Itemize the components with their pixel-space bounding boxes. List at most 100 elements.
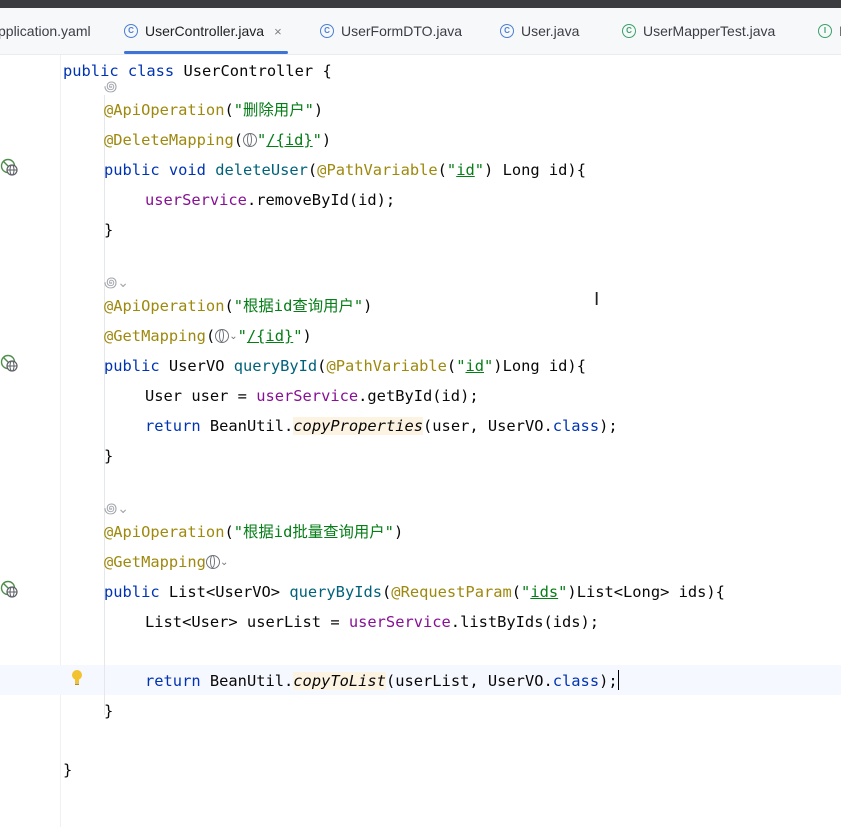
paren: ( [224, 101, 234, 119]
editor-tab-bar: pplication.yaml C UserController.java × … [0, 8, 841, 55]
code-line-annotation: @ApiOperation("根据id查询用户") [104, 291, 372, 321]
static-method: copyProperties [293, 417, 424, 435]
keyword: public [104, 161, 169, 179]
globe-icon[interactable] [205, 555, 220, 569]
code-text: .removeById(id); [246, 191, 396, 209]
string-literal: " [474, 161, 485, 179]
code-text: List<User> userList = [145, 613, 349, 631]
annotation: @GetMapping [104, 553, 206, 571]
string-literal: " [293, 327, 303, 345]
close-icon[interactable]: × [274, 24, 282, 39]
code-text: ) Long id){ [484, 161, 586, 179]
code-text: .getById(id); [358, 387, 479, 405]
keyword: return [145, 417, 210, 435]
code-text: ); [599, 417, 618, 435]
string-literal: " [257, 131, 267, 149]
code-text: (user, UserVO. [423, 417, 553, 435]
annotation: @ApiOperation [104, 523, 225, 541]
paren: ( [382, 583, 392, 601]
code-line-class-decl: public class UserController { [63, 56, 332, 86]
code-line-method: public void deleteUser(@PathVariable("id… [104, 155, 586, 185]
field: userService [256, 387, 359, 405]
web-endpoint-icon[interactable] [0, 354, 20, 374]
paren: ) [363, 297, 373, 315]
code-line-mapping: @GetMapping(⌄"/{id}") [104, 321, 312, 351]
tab-label: UserFormDTO.java [341, 23, 463, 39]
class-name: UserController { [183, 62, 332, 80]
java-interface-icon: I [818, 24, 832, 38]
annotation: @GetMapping [104, 327, 206, 345]
code-text: (userList, UserVO. [385, 672, 553, 690]
url-path[interactable]: /{id} [247, 327, 293, 345]
web-endpoint-icon[interactable] [0, 580, 20, 600]
paren: ( [233, 131, 244, 149]
string-literal: " [484, 357, 494, 375]
string-literal: id [456, 161, 475, 179]
keyword: void [168, 161, 216, 179]
java-test-class-icon: C [622, 24, 636, 38]
code-line-mapping: @DeleteMapping("/{id}") [104, 125, 331, 155]
ai-fold-icon[interactable]: ꩜⌄ [104, 271, 129, 292]
java-class-icon: C [124, 24, 138, 38]
web-endpoint-icon[interactable] [0, 158, 20, 178]
tab-interface[interactable]: I I [818, 8, 841, 54]
tab-application-yaml[interactable]: pplication.yaml [0, 8, 91, 54]
code-text: BeanUtil. [209, 417, 294, 435]
paren: ( [511, 583, 522, 601]
code-line-mapping: @GetMapping ⌄ [104, 547, 228, 577]
tab-label: UserMapperTest.java [643, 23, 776, 39]
globe-icon[interactable] [215, 329, 230, 343]
annotation: @PathVariable [326, 357, 447, 375]
annotation: @RequestParam [391, 583, 512, 601]
tab-label: UserController.java [145, 23, 265, 39]
code-line-brace: } [104, 447, 114, 465]
string-literal: "删除用户" [233, 101, 314, 119]
chevron-down-icon[interactable]: ⌄ [229, 331, 237, 342]
ai-fold-icon[interactable]: ꩜⌄ [104, 497, 129, 518]
field: userService [145, 191, 247, 209]
code-text: ); [599, 672, 618, 690]
string-literal: ids [530, 583, 559, 601]
annotation: @PathVariable [317, 161, 438, 179]
keyword: public [104, 583, 169, 601]
code-text: )List<Long> ids){ [567, 583, 725, 601]
string-literal: " [446, 161, 457, 179]
tab-label: pplication.yaml [0, 23, 91, 39]
code-text: )Long id){ [493, 357, 586, 375]
tab-user-mapper-test[interactable]: C UserMapperTest.java [622, 8, 775, 54]
annotation: @DeleteMapping [104, 131, 234, 149]
tab-user-form-dto[interactable]: C UserFormDTO.java [320, 8, 462, 54]
keyword: class [552, 417, 600, 435]
annotation: @ApiOperation [104, 297, 225, 315]
tab-user[interactable]: C User.java [500, 8, 579, 54]
tab-user-controller[interactable]: C UserController.java × [124, 8, 288, 54]
paren: ) [321, 131, 332, 149]
text-caret [617, 670, 620, 690]
code-line-brace: } [63, 761, 73, 779]
editor-gutter [0, 55, 82, 827]
string-literal: " [237, 327, 247, 345]
keyword: public class [63, 62, 184, 80]
code-line-brace: } [104, 702, 114, 720]
code-line-body: User user = userService.getById(id); [145, 381, 479, 411]
globe-icon[interactable] [243, 133, 258, 147]
code-line-method: public List<UserVO> queryByIds(@RequestP… [104, 577, 725, 607]
keyword: public [104, 357, 169, 375]
code-line-annotation: @ApiOperation("根据id批量查询用户") [104, 517, 403, 547]
paren: ) [302, 327, 312, 345]
code-editor[interactable]: ꩜ ꩜⌄ ꩜⌄ public class UserController { @A… [0, 55, 841, 827]
paren: ( [437, 161, 447, 179]
url-path[interactable]: /{id} [266, 131, 312, 149]
code-line-body: userService.removeById(id); [145, 185, 395, 215]
code-line-body: List<User> userList = userService.listBy… [145, 607, 599, 637]
method-name: deleteUser [215, 161, 308, 179]
paren: ( [205, 327, 216, 345]
paren: ) [313, 101, 324, 119]
type-name: List<UserVO> [168, 583, 290, 601]
annotation: @ApiOperation [104, 101, 225, 119]
lightbulb-icon[interactable] [68, 668, 88, 688]
type-name: UserVO [168, 357, 234, 375]
chevron-down-icon[interactable]: ⌄ [220, 557, 228, 568]
string-literal: " [521, 583, 531, 601]
code-text: .listByIds(ids); [450, 613, 600, 631]
